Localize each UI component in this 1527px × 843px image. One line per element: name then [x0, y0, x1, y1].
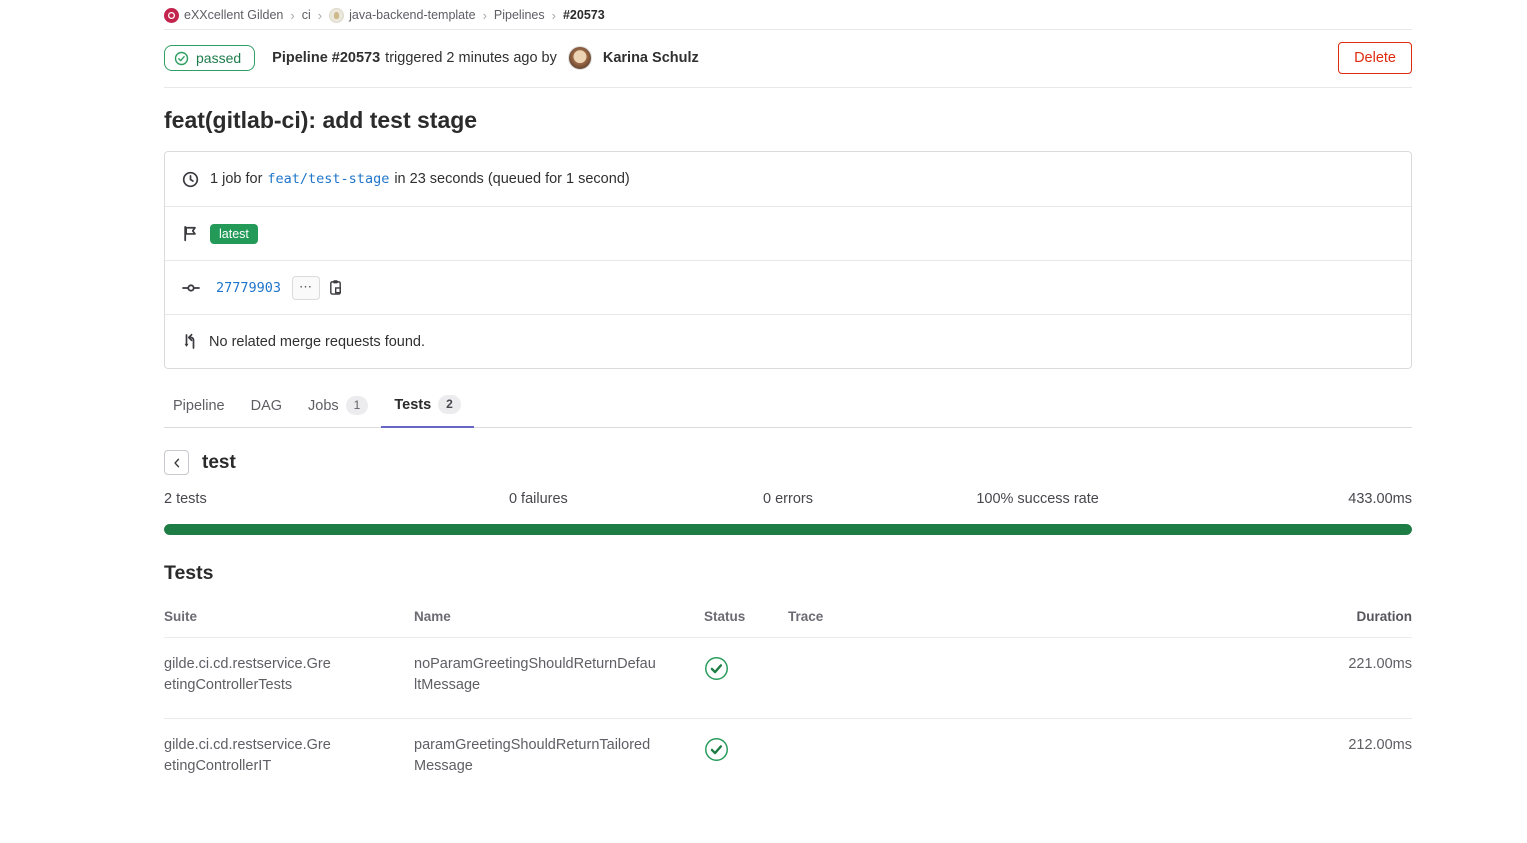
trigger-text: triggered 2 minutes ago by [385, 50, 557, 66]
breadcrumb-current-pipeline: #20573 [563, 8, 605, 22]
test-suite-cell: gilde.ci.cd.restservice.GreetingControll… [164, 735, 334, 777]
test-status-cell [704, 654, 788, 688]
tests-section-heading: Tests [164, 562, 1412, 585]
test-row: gilde.ci.cd.restservice.GreetingControll… [164, 638, 1412, 718]
clock-icon [182, 171, 199, 188]
test-success-icon [704, 656, 729, 681]
tab-tests[interactable]: Tests 2 [381, 386, 474, 428]
commit-row: 27779903 ⋯ [165, 260, 1411, 314]
commit-sha-link[interactable]: 27779903 [216, 280, 281, 296]
summary-success-rate: 100% success rate [913, 491, 1163, 507]
back-button[interactable] [164, 450, 189, 475]
breadcrumb-pipelines-link[interactable]: Pipelines [494, 8, 545, 22]
latest-tag-row: latest [165, 206, 1411, 260]
chevron-right-icon: › [483, 8, 487, 23]
tab-tests-label: Tests [394, 397, 431, 413]
merge-request-icon [182, 333, 198, 350]
breadcrumb-project-link[interactable]: java-backend-template [329, 8, 475, 23]
chevron-right-icon: › [552, 8, 556, 23]
project-avatar [329, 8, 344, 23]
summary-errors: 0 errors [663, 491, 913, 507]
author-avatar[interactable] [568, 46, 592, 70]
breadcrumb-project-label: java-backend-template [349, 8, 475, 22]
no-merge-requests-text: No related merge requests found. [209, 334, 425, 350]
summary-duration: 433.00ms [1162, 491, 1412, 507]
copy-sha-button[interactable] [328, 279, 343, 296]
job-count-text: 1 job for [210, 171, 262, 187]
column-status: Status [704, 609, 788, 624]
tab-jobs-label: Jobs [308, 398, 339, 414]
merge-request-row: No related merge requests found. [165, 314, 1411, 368]
branch-ref-link[interactable]: feat/test-stage [267, 171, 389, 187]
test-name-cell: paramGreetingShouldReturnTailoredMessage [414, 735, 659, 777]
test-success-icon [704, 737, 729, 762]
chevron-left-icon [171, 457, 183, 469]
tests-table: Suite Name Status Trace Duration gilde.c… [164, 601, 1412, 799]
delete-pipeline-button[interactable]: Delete [1338, 42, 1412, 74]
tests-table-header: Suite Name Status Trace Duration [164, 601, 1412, 638]
job-duration-text: in 23 seconds (queued for 1 second) [394, 171, 629, 187]
expand-commit-button[interactable]: ⋯ [292, 276, 320, 300]
job-duration-row: 1 job for feat/test-stage in 23 seconds … [165, 152, 1411, 206]
flag-icon [182, 225, 199, 242]
summary-failures: 0 failures [414, 491, 664, 507]
tab-pipeline[interactable]: Pipeline [164, 386, 238, 428]
chevron-right-icon: › [318, 8, 322, 23]
summary-tests: 2 tests [164, 491, 414, 507]
pipeline-status-badge[interactable]: passed [164, 45, 255, 71]
column-suite: Suite [164, 609, 414, 624]
column-name: Name [414, 609, 704, 624]
column-trace: Trace [788, 609, 1282, 624]
suite-name-heading: test [202, 452, 236, 474]
group-avatar [164, 8, 179, 23]
tab-dag-label: DAG [251, 398, 282, 414]
success-progress-bar [164, 524, 1412, 535]
clipboard-icon [328, 279, 343, 296]
breadcrumb-pipelines-label: Pipelines [494, 8, 545, 22]
pipeline-trigger-info: Pipeline #20573 triggered 2 minutes ago … [272, 46, 699, 70]
pipeline-tabs: Pipeline DAG Jobs 1 Tests 2 [164, 386, 1412, 428]
tab-jobs[interactable]: Jobs 1 [295, 386, 381, 428]
author-name[interactable]: Karina Schulz [603, 50, 699, 66]
suite-summary: 2 tests 0 failures 0 errors 100% success… [164, 491, 1412, 507]
test-status-cell [704, 735, 788, 769]
pipeline-status-label: passed [196, 50, 241, 66]
breadcrumb-subgroup-label: ci [302, 8, 311, 22]
success-progress-fill [164, 524, 1412, 535]
pipeline-status-bar: passed Pipeline #20573 triggered 2 minut… [164, 30, 1412, 88]
jobs-count-badge: 1 [346, 396, 369, 415]
breadcrumb-group-label: eXXcellent Gilden [184, 8, 283, 22]
column-duration: Duration [1282, 609, 1412, 624]
breadcrumb-group-link[interactable]: eXXcellent Gilden [164, 8, 283, 23]
test-duration-cell: 212.00ms [1282, 735, 1412, 756]
pipeline-id: Pipeline #20573 [272, 50, 380, 66]
test-row: gilde.ci.cd.restservice.GreetingControll… [164, 718, 1412, 799]
pipeline-page: eXXcellent Gilden › ci › java-backend-te… [164, 0, 1412, 799]
test-suite-header: test [164, 450, 1412, 475]
chevron-right-icon: › [290, 8, 294, 23]
test-suite-cell: gilde.ci.cd.restservice.GreetingControll… [164, 654, 334, 696]
test-name-cell: noParamGreetingShouldReturnDefaultMessag… [414, 654, 659, 696]
breadcrumb-subgroup-link[interactable]: ci [302, 8, 311, 22]
breadcrumb: eXXcellent Gilden › ci › java-backend-te… [164, 0, 1412, 30]
tab-dag[interactable]: DAG [238, 386, 295, 428]
commit-title: feat(gitlab-ci): add test stage [164, 107, 1412, 134]
tests-count-badge: 2 [438, 395, 461, 414]
commit-icon [182, 280, 200, 296]
test-duration-cell: 221.00ms [1282, 654, 1412, 675]
tab-pipeline-label: Pipeline [173, 398, 225, 414]
check-circle-icon [174, 51, 189, 66]
latest-badge[interactable]: latest [210, 224, 258, 244]
pipeline-info-box: 1 job for feat/test-stage in 23 seconds … [164, 151, 1412, 369]
